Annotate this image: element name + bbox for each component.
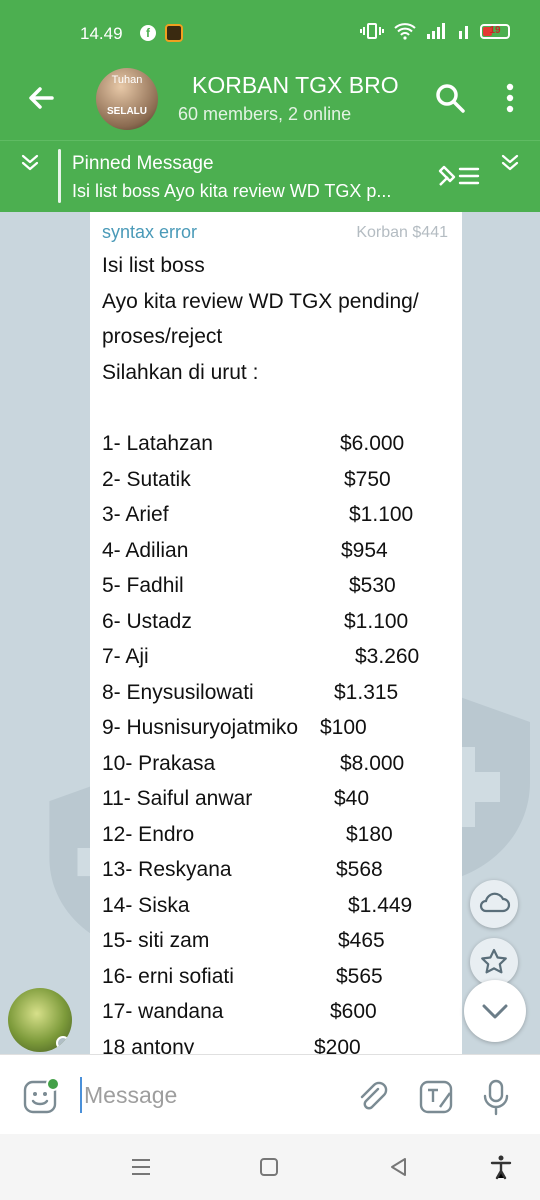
pinned-indicator (58, 149, 61, 203)
message-composer: Message (0, 1054, 540, 1134)
status-dot (56, 1036, 70, 1050)
sender-rank: Korban $441 (356, 224, 448, 241)
message-input[interactable]: Message (80, 1077, 340, 1113)
list-item-amount: $1.315 (334, 680, 399, 704)
list-item-amount: $1.100 (344, 609, 409, 633)
list-item-amount: $200 (314, 1035, 361, 1055)
message-line: proses/reject (102, 325, 223, 348)
list-item-name: 7- Aji (102, 645, 149, 668)
group-subtitle: 60 members, 2 online (178, 104, 352, 124)
back-icon[interactable] (386, 1154, 412, 1180)
list-item-amount: $100 (320, 716, 367, 739)
favorite-button[interactable] (470, 938, 518, 986)
star-icon (481, 948, 507, 974)
pinned-text: Isi list boss Ayo kita review WD TGX p..… (72, 181, 392, 201)
recent-apps-icon[interactable] (128, 1154, 154, 1180)
message-bubble[interactable]: syntax error Korban $441 Isi list boss A… (90, 212, 462, 1054)
pinned-message-bar[interactable]: Pinned Message Isi list boss Ayo kita re… (0, 140, 540, 212)
chevron-down-icon (482, 1004, 508, 1019)
chat-area[interactable]: syntax error Korban $441 Isi list boss A… (0, 212, 540, 1054)
pinned-label: Pinned Message (72, 153, 214, 174)
list-item-amount: $568 (336, 858, 383, 881)
list-item-name: 8- Enysusilowati (102, 680, 254, 704)
signal-x-icon (459, 26, 468, 39)
list-item-amount: $1.100 (349, 503, 414, 526)
list-item-name: 16- erni sofiati (102, 964, 234, 988)
scroll-down-button[interactable] (464, 980, 526, 1042)
list-item-name: 17- wandana (102, 1000, 224, 1023)
status-bar: 14.49 f 19 (0, 0, 540, 56)
group-avatar[interactable]: Tuhan SELALU (96, 68, 158, 130)
pinned-list-icon[interactable] (436, 161, 480, 191)
system-nav-bar (0, 1134, 540, 1200)
list-item-amount: $565 (336, 964, 383, 988)
list-item-name: 6- Ustadz (102, 609, 192, 633)
list-item-amount: $600 (330, 1000, 377, 1023)
chat-header: KORBAN TGX BRO 60 members, 2 online (0, 56, 540, 140)
list-item-amount: $8.000 (340, 751, 405, 775)
attach-icon[interactable] (354, 1079, 390, 1115)
list-item-name: 11- Saiful anwar (102, 787, 253, 810)
accessibility-icon[interactable] (488, 1154, 514, 1180)
list-item-name: 18 antony (102, 1035, 195, 1055)
battery-level: 19 (489, 24, 501, 36)
list-item-amount: $465 (338, 929, 385, 952)
vibrate-icon (360, 23, 384, 39)
sender-avatar[interactable] (8, 988, 72, 1052)
list-item-name: 9- Husnisuryojatmiko (102, 716, 299, 739)
message-line: Silahkan di urut : (102, 361, 259, 384)
system-icons: 19 (360, 22, 510, 40)
battery-icon: 19 (480, 23, 510, 39)
gif-sticker-icon[interactable] (418, 1079, 454, 1115)
avatar-text-top: Tuhan (111, 74, 143, 86)
microphone-icon[interactable] (478, 1077, 514, 1117)
wifi-icon (394, 23, 416, 40)
list-item-name: 1- Latahzan (102, 432, 213, 455)
message-line: Ayo kita review WD TGX pending/ (102, 290, 419, 313)
list-item-name: 12- Endro (102, 822, 195, 846)
message-line: Isi list boss (102, 254, 205, 277)
list-item-name: 10- Prakasa (102, 751, 216, 775)
double-chevron-down-icon[interactable] (18, 151, 42, 175)
list-item-name: 13- Reskyana (102, 858, 232, 881)
list-item-amount: $6.000 (340, 432, 405, 455)
list-item-name: 15- siti zam (102, 929, 210, 952)
avatar-text-bottom: SELALU (107, 106, 147, 117)
message-sender[interactable]: syntax error (102, 222, 197, 243)
double-chevron-down-icon-right[interactable] (498, 151, 522, 175)
list-item-amount: $3.260 (355, 645, 420, 668)
list-item-name: 2- Sutatik (102, 467, 191, 491)
status-time: 14.49 (80, 24, 123, 43)
more-options-icon[interactable] (496, 78, 524, 118)
notification-dot (46, 1077, 60, 1091)
list-item-name: 5- Fadhil (102, 574, 184, 597)
search-icon[interactable] (430, 78, 470, 118)
cloud-icon (479, 892, 511, 913)
cloud-button[interactable] (470, 880, 518, 928)
home-icon[interactable] (256, 1154, 282, 1180)
list-item-amount: $954 (341, 538, 388, 562)
list-item-amount: $750 (344, 467, 391, 491)
list-item-amount: $40 (334, 787, 370, 810)
facebook-icon: f (140, 25, 156, 41)
list-item-amount: $180 (346, 822, 393, 846)
list-item-name: 4- Adilian (102, 538, 189, 562)
list-item-name: 14- Siska (102, 893, 190, 917)
app-notification-icon (165, 24, 183, 42)
list-item-amount: $1.449 (348, 893, 413, 917)
list-item-amount: $530 (349, 574, 396, 597)
list-item-name: 3- Arief (102, 503, 169, 526)
group-title[interactable]: KORBAN TGX BRO (192, 72, 410, 99)
back-arrow-icon[interactable] (22, 78, 62, 118)
signal-icon (427, 23, 445, 39)
